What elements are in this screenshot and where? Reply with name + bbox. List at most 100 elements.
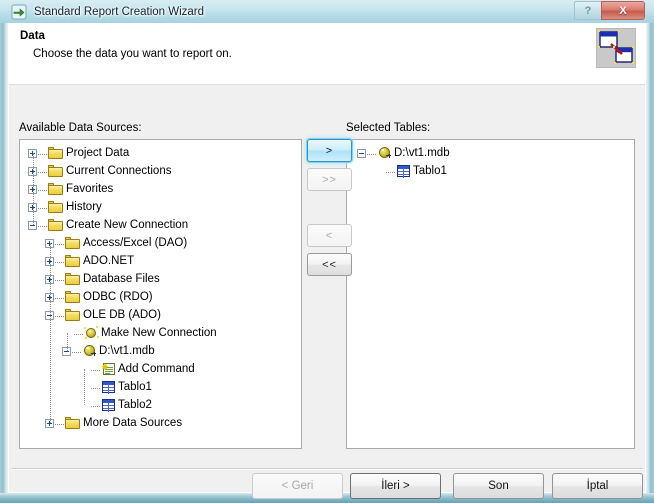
tree-connector <box>55 279 64 281</box>
remove-one-button[interactable]: < <box>307 224 352 247</box>
wizard-header: Data Choose the data you want to report … <box>9 23 645 85</box>
page-subtitle: Choose the data you want to report on. <box>33 48 232 60</box>
tree-connector <box>386 171 395 173</box>
tree-item[interactable]: Current Connections <box>20 162 301 180</box>
tree-item[interactable]: Favorites <box>20 180 301 198</box>
tree-item-label: Tablo1 <box>413 165 447 177</box>
tree-connector <box>38 171 47 173</box>
wizard-footer: < Geri İleri > Son İptal <box>9 471 645 499</box>
tree-guide-line <box>67 333 68 351</box>
finish-button[interactable]: Son <box>453 473 544 499</box>
tree-item-label: D:\vt1.mdb <box>99 345 155 357</box>
collapse-minus-icon[interactable] <box>357 148 366 158</box>
wizard-arrow-icon <box>11 4 27 20</box>
folder-icon <box>65 254 81 268</box>
tree-item-label: Create New Connection <box>66 219 189 231</box>
tree-connector <box>38 225 47 227</box>
folder-icon <box>65 272 81 286</box>
tree-connector <box>55 315 64 317</box>
tree-item-label: Make New Connection <box>101 327 217 339</box>
tree-item-label: Favorites <box>66 183 114 195</box>
tree-item[interactable]: Access/Excel (DAO) <box>20 234 301 252</box>
tree-item-label: Current Connections <box>66 165 172 177</box>
remove-all-button[interactable]: << <box>307 253 352 276</box>
database-icon <box>82 344 97 358</box>
tree-item-label: Database Files <box>83 273 160 285</box>
title-bar[interactable]: Standard Report Creation Wizard ? X <box>0 0 654 23</box>
next-button[interactable]: İleri > <box>350 473 441 499</box>
tree-connector <box>72 351 81 353</box>
tree-item[interactable]: Tablo1 <box>347 162 634 180</box>
tree-connector <box>38 207 47 209</box>
tree-item-label: Access/Excel (DAO) <box>83 237 188 249</box>
data-link-icon <box>596 28 636 68</box>
page-title: Data <box>20 30 45 42</box>
tree-item-label: OLE DB (ADO) <box>83 309 161 321</box>
folder-icon <box>65 416 81 430</box>
folder-icon <box>48 218 64 232</box>
window-border-right <box>646 0 654 503</box>
folder-icon <box>48 146 64 160</box>
tree-connector <box>91 387 100 389</box>
available-data-sources-label: Available Data Sources: <box>19 122 142 134</box>
tree-item[interactable]: ADO.NET <box>20 252 301 270</box>
window-border-left <box>0 0 8 503</box>
tree-item-label: Project Data <box>66 147 130 159</box>
tree-item-label: More Data Sources <box>83 417 183 429</box>
selected-tables-label: Selected Tables: <box>346 122 431 134</box>
tree-item[interactable]: Database Files <box>20 270 301 288</box>
tree-connector <box>91 369 100 371</box>
add-one-button[interactable]: > <box>307 139 352 162</box>
tree-item[interactable]: Tablo2 <box>20 396 301 414</box>
tree-item-label: Add Command <box>118 363 195 375</box>
tree-item-label: D:\vt1.mdb <box>394 147 450 159</box>
table-icon <box>101 380 116 394</box>
tree-item[interactable]: Make New Connection <box>20 324 301 342</box>
tree-connector <box>38 189 47 191</box>
add-command-icon: ✸ <box>101 362 116 376</box>
tree-item[interactable]: Project Data <box>20 144 301 162</box>
tree-guide-line <box>84 369 85 405</box>
tree-item[interactable]: Create New Connection <box>20 216 301 234</box>
tree-item[interactable]: ODBC (RDO) <box>20 288 301 306</box>
tree-connector <box>55 261 64 263</box>
dialog-client-area: Data Choose the data you want to report … <box>8 23 646 499</box>
tree-item-label: Tablo2 <box>118 399 152 411</box>
tree-item-label: History <box>66 201 102 213</box>
folder-icon <box>48 164 64 178</box>
folder-icon <box>65 290 81 304</box>
tree-guide-line <box>33 153 34 225</box>
database-icon <box>377 146 392 160</box>
tree-item[interactable]: D:\vt1.mdb <box>20 342 301 360</box>
tree-connector <box>91 405 100 407</box>
new-connection-icon <box>84 326 99 340</box>
tree-connector <box>55 297 64 299</box>
tree-connector <box>367 153 376 155</box>
tree-guide-line <box>50 243 51 423</box>
wizard-body: Available Data Sources: Selected Tables:… <box>9 86 645 466</box>
selected-tables-tree[interactable]: D:\vt1.mdb Tablo1 <box>346 139 635 449</box>
tree-item[interactable]: Tablo1 <box>20 378 301 396</box>
table-icon <box>396 164 411 178</box>
tree-item[interactable]: D:\vt1.mdb <box>347 144 634 162</box>
close-button[interactable]: X <box>601 1 645 20</box>
folder-icon <box>65 236 81 250</box>
folder-icon <box>48 200 64 214</box>
tree-item-label: Tablo1 <box>118 381 152 393</box>
available-data-sources-tree[interactable]: Project Data Current Connections Favorites… <box>19 139 302 449</box>
footer-divider <box>11 468 643 470</box>
tree-item[interactable]: More Data Sources <box>20 414 301 432</box>
tree-connector <box>38 153 47 155</box>
tree-item[interactable]: OLE DB (ADO) <box>20 306 301 324</box>
tree-item[interactable]: History <box>20 198 301 216</box>
tree-connector <box>55 423 64 425</box>
titlebar-button-group: ? X <box>574 1 645 20</box>
tree-item[interactable]: ✸ Add Command <box>20 360 301 378</box>
back-button[interactable]: < Geri <box>252 473 343 499</box>
add-all-button[interactable]: >> <box>307 168 352 191</box>
window-frame: Standard Report Creation Wizard ? X Data… <box>0 0 654 503</box>
cancel-button[interactable]: İptal <box>552 473 643 499</box>
help-button[interactable]: ? <box>574 1 601 20</box>
folder-icon <box>65 308 81 322</box>
window-title: Standard Report Creation Wizard <box>34 5 205 18</box>
